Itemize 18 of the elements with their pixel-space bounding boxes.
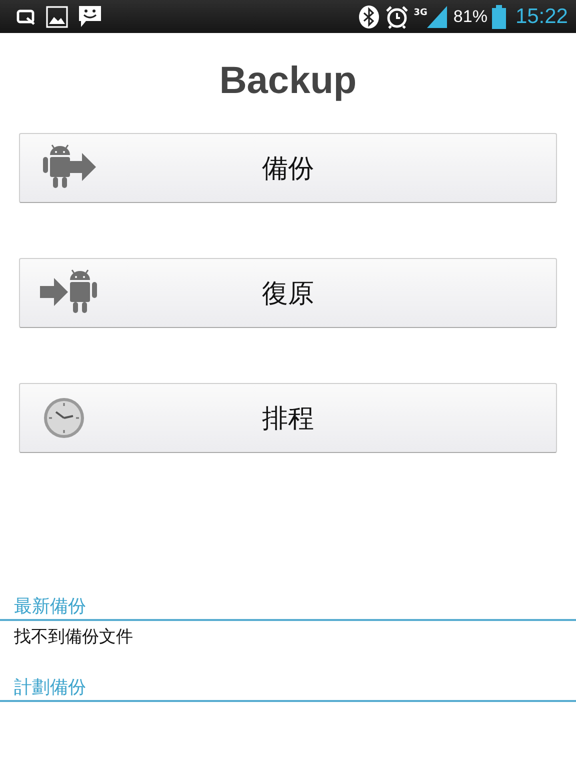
section-text: 找不到備份文件 xyxy=(13,626,134,648)
screenshot-icon xyxy=(16,8,36,26)
action-button[interactable]: 排程 xyxy=(19,383,557,453)
page-title: Backup xyxy=(218,59,358,104)
section-header: 最新備份 xyxy=(13,595,87,619)
action-button[interactable]: 備份 xyxy=(19,133,557,203)
battery-icon xyxy=(492,4,506,28)
gallery-icon xyxy=(46,6,68,28)
alarm-clock-icon xyxy=(384,4,409,28)
signal-icon xyxy=(426,4,448,28)
bluetooth-icon xyxy=(358,4,380,28)
clock-icon xyxy=(43,397,85,439)
network-type: 3G xyxy=(414,8,428,18)
section-header: 計劃備份 xyxy=(13,676,87,700)
message-icon xyxy=(78,4,102,28)
battery-percent: 81% xyxy=(453,6,488,26)
clock: 15:22 xyxy=(515,4,568,28)
action-button[interactable]: 復原 xyxy=(19,258,557,328)
